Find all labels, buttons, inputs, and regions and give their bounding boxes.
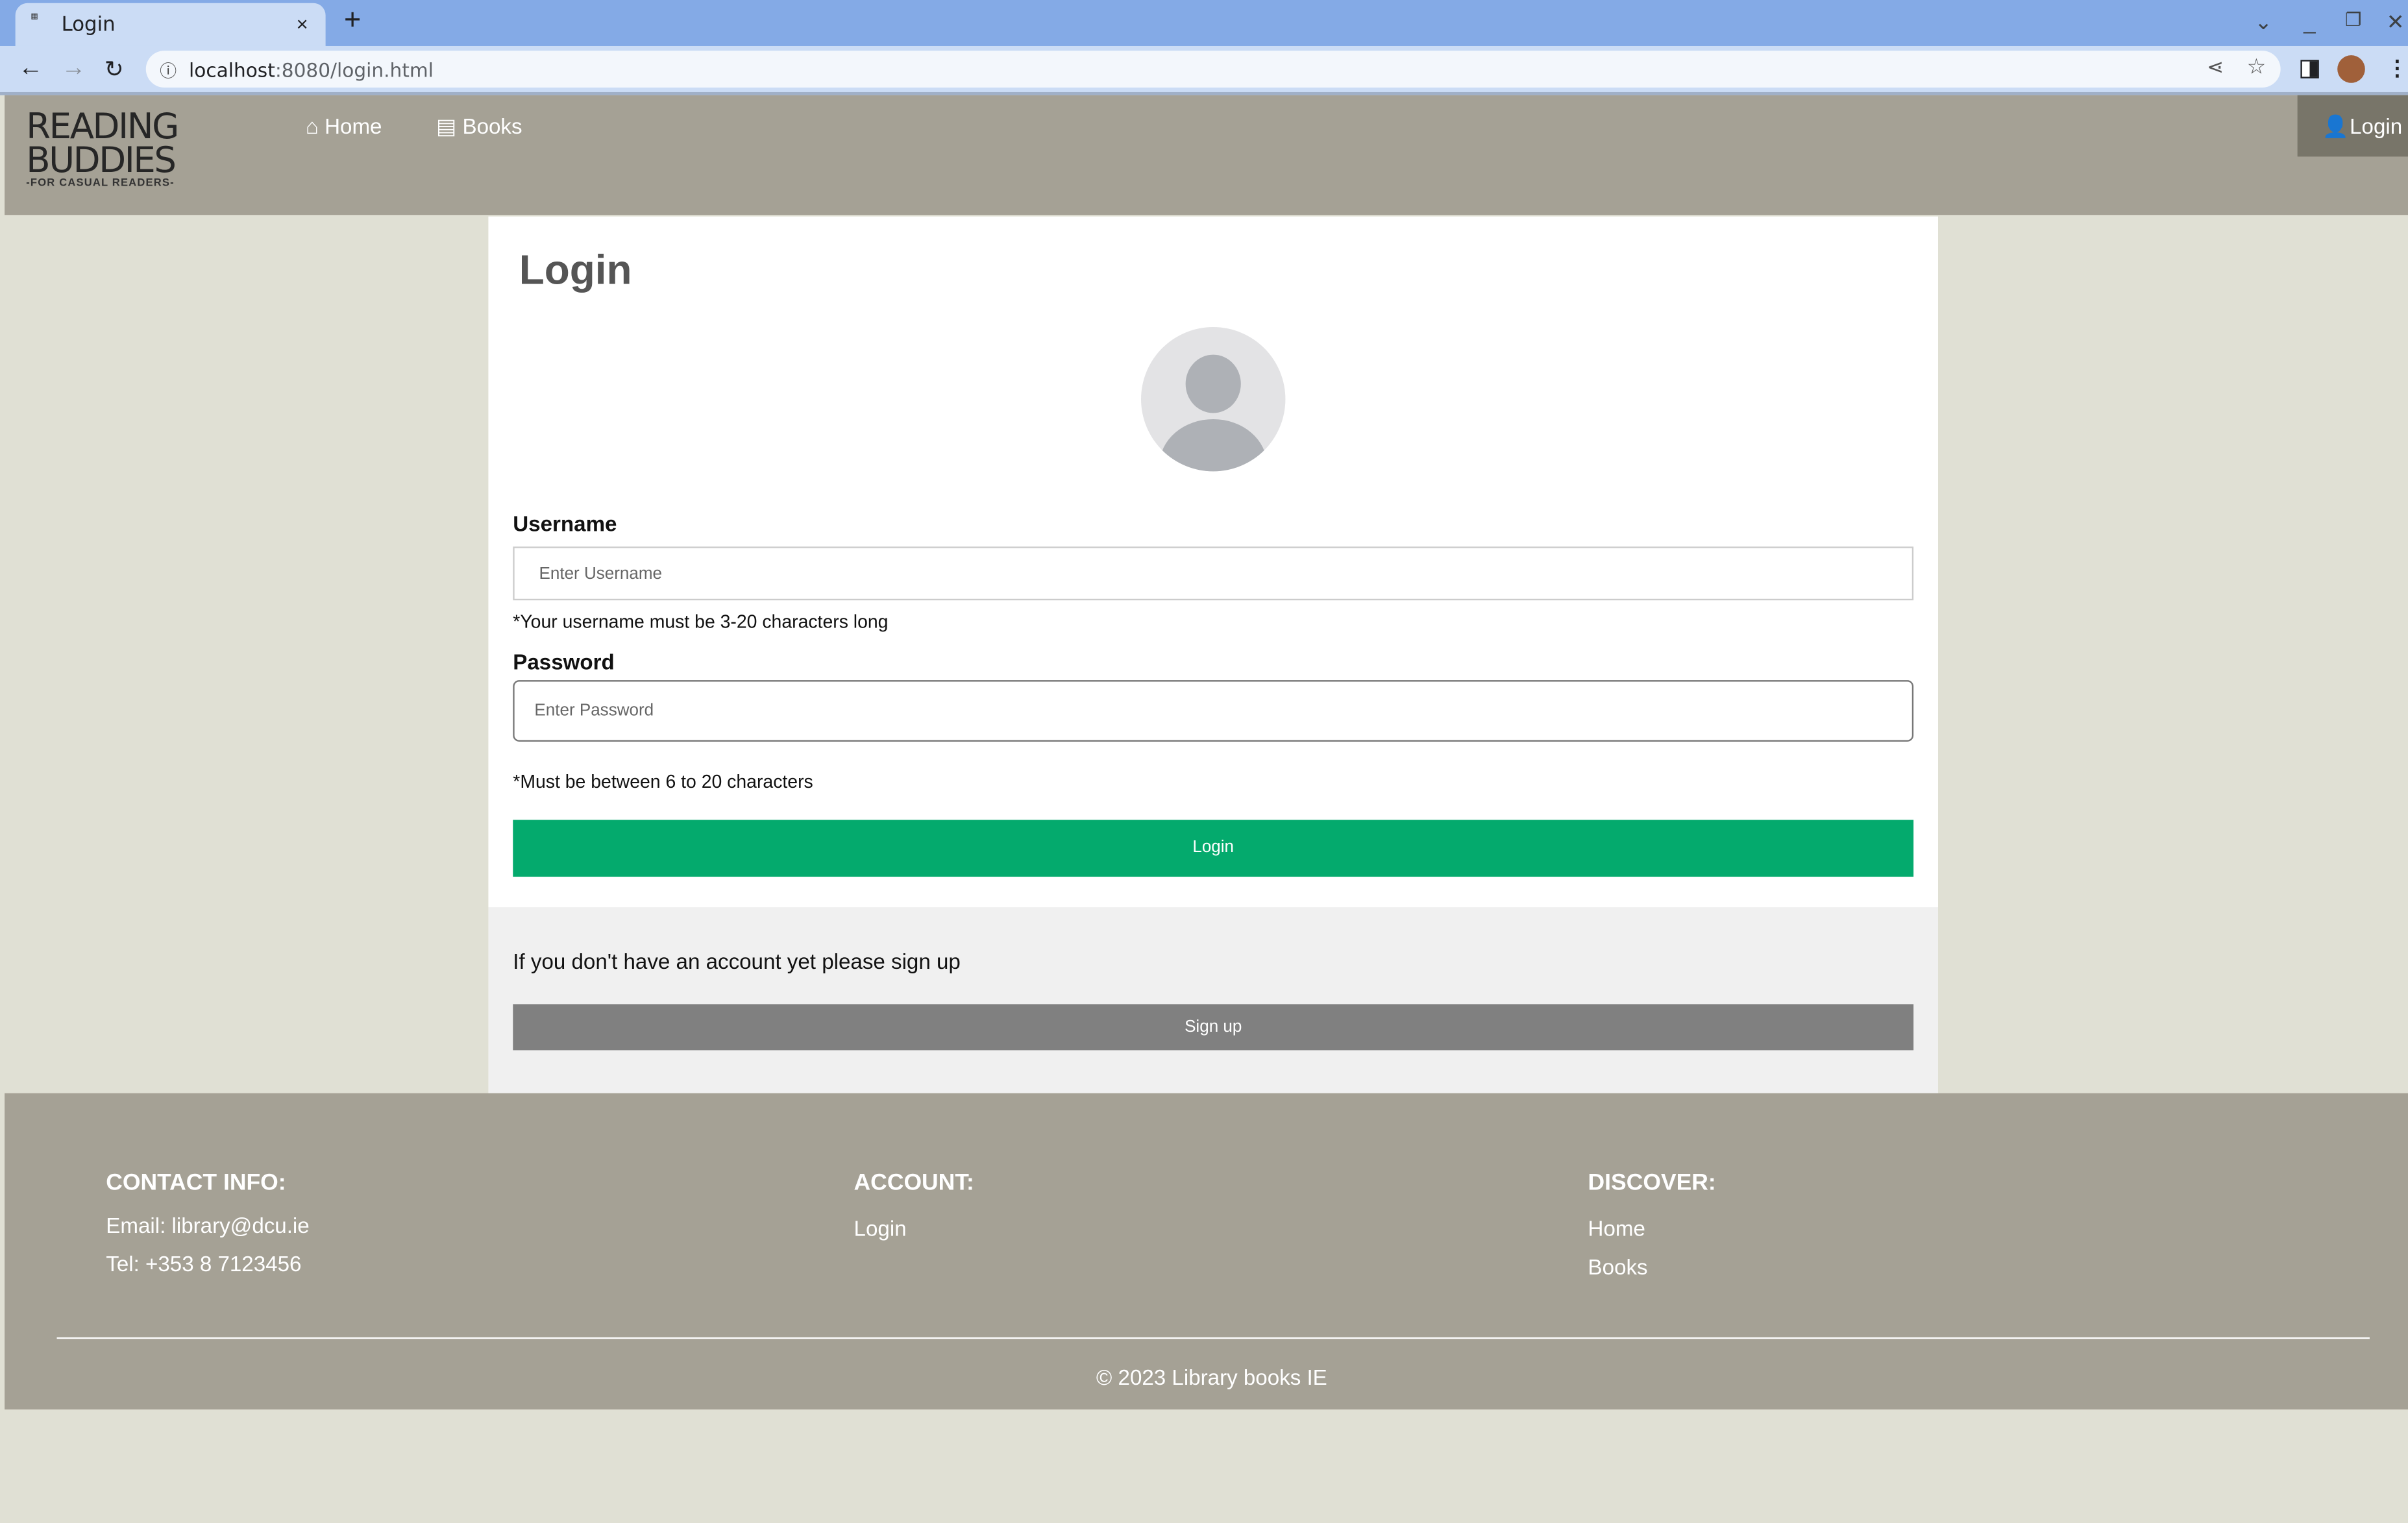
login-form: Login Username *Your username must be 3-… bbox=[488, 216, 1939, 908]
side-panel-icon[interactable] bbox=[2300, 60, 2319, 79]
menu-icon[interactable]: ⋮ bbox=[2387, 55, 2408, 81]
footer: CONTACT INFO: Email: library@dcu.ie Tel:… bbox=[5, 1093, 2408, 1410]
footer-link-login[interactable]: Login bbox=[854, 1216, 907, 1241]
copyright: © 2023 Library books IE bbox=[1096, 1365, 1327, 1390]
nav-login[interactable]: 👤 Login bbox=[2297, 95, 2408, 157]
tab-bar: ▦ Login × + ⌄ _ ❐ ✕ bbox=[0, 0, 2408, 46]
minimize-icon[interactable]: _ bbox=[2304, 9, 2315, 34]
url-path: :8080/login.html bbox=[275, 58, 434, 82]
avatar-placeholder-icon bbox=[1141, 326, 1286, 472]
login-button[interactable]: Login bbox=[513, 820, 1914, 877]
footer-link-books[interactable]: Books bbox=[1588, 1254, 1648, 1279]
signup-button[interactable]: Sign up bbox=[513, 1004, 1914, 1051]
username-label: Username bbox=[513, 511, 617, 536]
username-hint: *Your username must be 3-20 characters l… bbox=[513, 611, 889, 633]
tab-title: Login bbox=[61, 14, 116, 37]
contact-email: Email: library@dcu.ie bbox=[106, 1213, 310, 1238]
user-icon: 👤 bbox=[2322, 114, 2349, 138]
home-icon: ⌂ bbox=[305, 114, 325, 138]
address-bar[interactable]: ⓘ localhost:8080/login.html ⋖ ☆ bbox=[145, 51, 2281, 88]
profile-avatar[interactable] bbox=[2337, 55, 2365, 83]
reload-icon[interactable]: ↻ bbox=[104, 55, 124, 83]
password-hint: *Must be between 6 to 20 characters bbox=[513, 770, 813, 792]
signup-section: If you don't have an account yet please … bbox=[488, 907, 1939, 1093]
site-header: READING BUDDIES -FOR CASUAL READERS- ⌂ H… bbox=[5, 95, 2408, 215]
logo[interactable]: READING BUDDIES -FOR CASUAL READERS- bbox=[26, 110, 272, 199]
tab-search-icon[interactable]: ⌄ bbox=[2254, 9, 2272, 35]
info-icon[interactable]: ⓘ bbox=[160, 58, 177, 83]
footer-divider bbox=[56, 1337, 2370, 1339]
new-tab-button[interactable]: + bbox=[344, 5, 361, 38]
share-icon[interactable]: ⋖ bbox=[2207, 55, 2224, 80]
close-tab-icon[interactable]: × bbox=[297, 12, 308, 35]
bookmark-star-icon[interactable]: ☆ bbox=[2247, 54, 2267, 80]
contact-tel: Tel: +353 8 7123456 bbox=[106, 1251, 302, 1276]
nav-books[interactable]: ▤ Books bbox=[436, 114, 522, 140]
restore-icon[interactable]: ❐ bbox=[2345, 9, 2361, 30]
nav-home[interactable]: ⌂ Home bbox=[306, 114, 382, 138]
footer-link-home[interactable]: Home bbox=[1588, 1216, 1645, 1241]
page-title: Login bbox=[519, 247, 632, 293]
browser-toolbar: ← → ↻ ⓘ localhost:8080/login.html ⋖ ☆ ⋮ bbox=[0, 45, 2408, 95]
book-icon: ▤ bbox=[436, 114, 463, 138]
password-label: Password bbox=[513, 649, 615, 674]
password-input[interactable] bbox=[513, 680, 1914, 742]
account-title: ACCOUNT: bbox=[854, 1169, 974, 1197]
browser-tab[interactable]: ▦ Login × bbox=[15, 3, 326, 46]
discover-title: DISCOVER: bbox=[1588, 1169, 1716, 1197]
username-input[interactable] bbox=[513, 546, 1914, 601]
back-icon[interactable]: ← bbox=[18, 55, 43, 83]
url-host: localhost bbox=[189, 58, 275, 82]
forward-icon[interactable]: → bbox=[62, 55, 86, 83]
signup-text: If you don't have an account yet please … bbox=[513, 949, 961, 974]
close-window-icon[interactable]: ✕ bbox=[2387, 9, 2405, 35]
favicon-icon: ▦ bbox=[31, 12, 38, 22]
contact-title: CONTACT INFO: bbox=[106, 1169, 286, 1197]
